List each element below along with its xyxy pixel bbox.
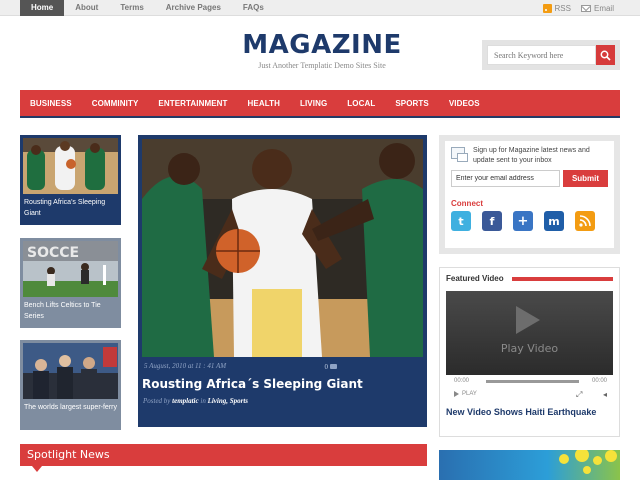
side-post-caption[interactable]: Rousting Africa's Sleeping Giant [23,194,118,225]
newsletter-icon [451,147,468,162]
nav-health[interactable]: HEALTH [248,99,280,108]
byline-in: in [200,397,206,405]
featured-image[interactable] [142,139,423,357]
play-icon [516,306,540,334]
play-small-icon [454,391,459,397]
subscribe-widget: Sign up for Magazine latest news and upd… [439,135,620,254]
site-logo[interactable]: MAGAZINE Just Another Templatic Demo Sit… [236,30,408,70]
top-nav-home[interactable]: Home [20,0,65,16]
side-post-image[interactable] [23,138,118,194]
top-nav-archive-pages[interactable]: Archive Pages [155,0,232,16]
byline-categories[interactable]: Living, Sports [208,397,248,405]
email-link-label: Email [593,3,614,13]
volume-icon[interactable]: ◂ [603,390,607,399]
byline-author[interactable]: templatic [172,397,198,405]
myspace-icon[interactable]: m [544,211,564,231]
comment-count[interactable]: 0 [324,362,337,371]
featured-post: 5 August, 2010 at 11 : 41 AM 0 Rousting … [138,135,427,427]
top-nav-about[interactable]: About [64,0,109,16]
play-control-label: PLAY [462,391,477,397]
featured-title[interactable]: Rousting Africa´s Sleeping Giant [142,371,423,392]
rss-icon[interactable] [575,211,595,231]
facebook-icon[interactable]: f [482,211,502,231]
byline-prefix: Posted by [143,397,171,405]
top-nav-faqs[interactable]: FAQs [232,0,275,16]
rss-link-label: RSS [554,3,571,13]
spotlight-news-heading: Spotlight News [20,444,427,472]
top-links: RSS Email [542,0,614,16]
search-button[interactable] [596,45,615,65]
subscribe-text: Sign up for Magazine latest news and upd… [473,147,590,164]
search-box [482,40,620,70]
video-player[interactable]: Play Video [446,291,613,375]
play-video-label: Play Video [500,342,559,355]
side-post-caption[interactable]: Bench Lifts Celtics to Tie Series [23,297,118,328]
nav-entertainment[interactable]: ENTERTAINMENT [158,99,227,108]
spotlight-label: Spotlight News [27,448,110,461]
featured-video-widget: Featured Video Play Video 00:00 00:00 PL… [439,267,620,437]
side-post-image[interactable] [23,343,118,399]
top-bar: Home About Terms Archive Pages FAQs RSS … [0,0,640,16]
side-post-image[interactable]: SOCCE [23,241,118,297]
email-field[interactable] [451,170,560,187]
rss-link[interactable]: RSS [542,3,571,13]
featured-byline: Posted by templatic in Living, Sports [142,392,423,405]
search-input[interactable] [487,45,596,65]
nav-comminity[interactable]: COMMINITY [92,99,139,108]
heading-divider [511,276,613,281]
time-total: 00:00 [591,378,607,384]
main-nav: BUSINESS COMMINITY ENTERTAINMENT HEALTH … [20,90,620,118]
fullscreen-icon[interactable]: ⤢ [576,390,582,400]
nav-sports[interactable]: SPORTS [395,99,429,108]
nav-videos[interactable]: VIDEOS [449,99,480,108]
delicious-icon[interactable]: + [513,211,533,231]
nav-living[interactable]: LIVING [300,99,327,108]
twitter-icon[interactable]: t [451,211,471,231]
play-control[interactable]: PLAY [454,391,477,397]
video-title[interactable]: New Video Shows Haiti Earthquake [446,407,613,417]
site-title: MAGAZINE [242,30,402,60]
svg-text:SOCCE: SOCCE [27,245,79,261]
nav-business[interactable]: BUSINESS [30,99,72,108]
side-post[interactable]: Rousting Africa's Sleeping Giant [20,135,121,225]
connect-label: Connect [451,199,483,208]
top-nav-terms[interactable]: Terms [109,0,154,16]
nav-local[interactable]: LOCAL [347,99,375,108]
featured-date: 5 August, 2010 at 11 : 41 AM [144,362,227,370]
side-post[interactable]: SOCCE Bench Lifts Celtics to Tie Series [20,238,121,328]
search-icon [600,50,611,61]
featured-video-heading: Featured Video [446,274,504,283]
social-icons: t f + m [451,211,595,231]
comment-icon [330,364,337,369]
submit-button[interactable]: Submit [563,170,608,187]
top-nav: Home About Terms Archive Pages FAQs [20,0,275,16]
video-controls: 00:00 00:00 PLAY ⤢ ◂ [446,375,613,403]
envelope-icon [580,4,591,12]
side-post[interactable]: The worlds largest super-ferry [20,340,121,430]
email-link[interactable]: Email [580,3,614,13]
rss-glyph-icon [579,215,591,227]
rss-icon [542,3,552,13]
progress-bar[interactable] [486,380,579,383]
ad-banner[interactable] [439,450,620,480]
side-post-caption[interactable]: The worlds largest super-ferry [23,399,118,430]
time-elapsed: 00:00 [454,378,470,384]
site-tagline: Just Another Templatic Demo Sites Site [258,61,386,70]
featured-meta: 5 August, 2010 at 11 : 41 AM 0 [142,357,423,371]
comment-count-value: 0 [324,362,329,371]
